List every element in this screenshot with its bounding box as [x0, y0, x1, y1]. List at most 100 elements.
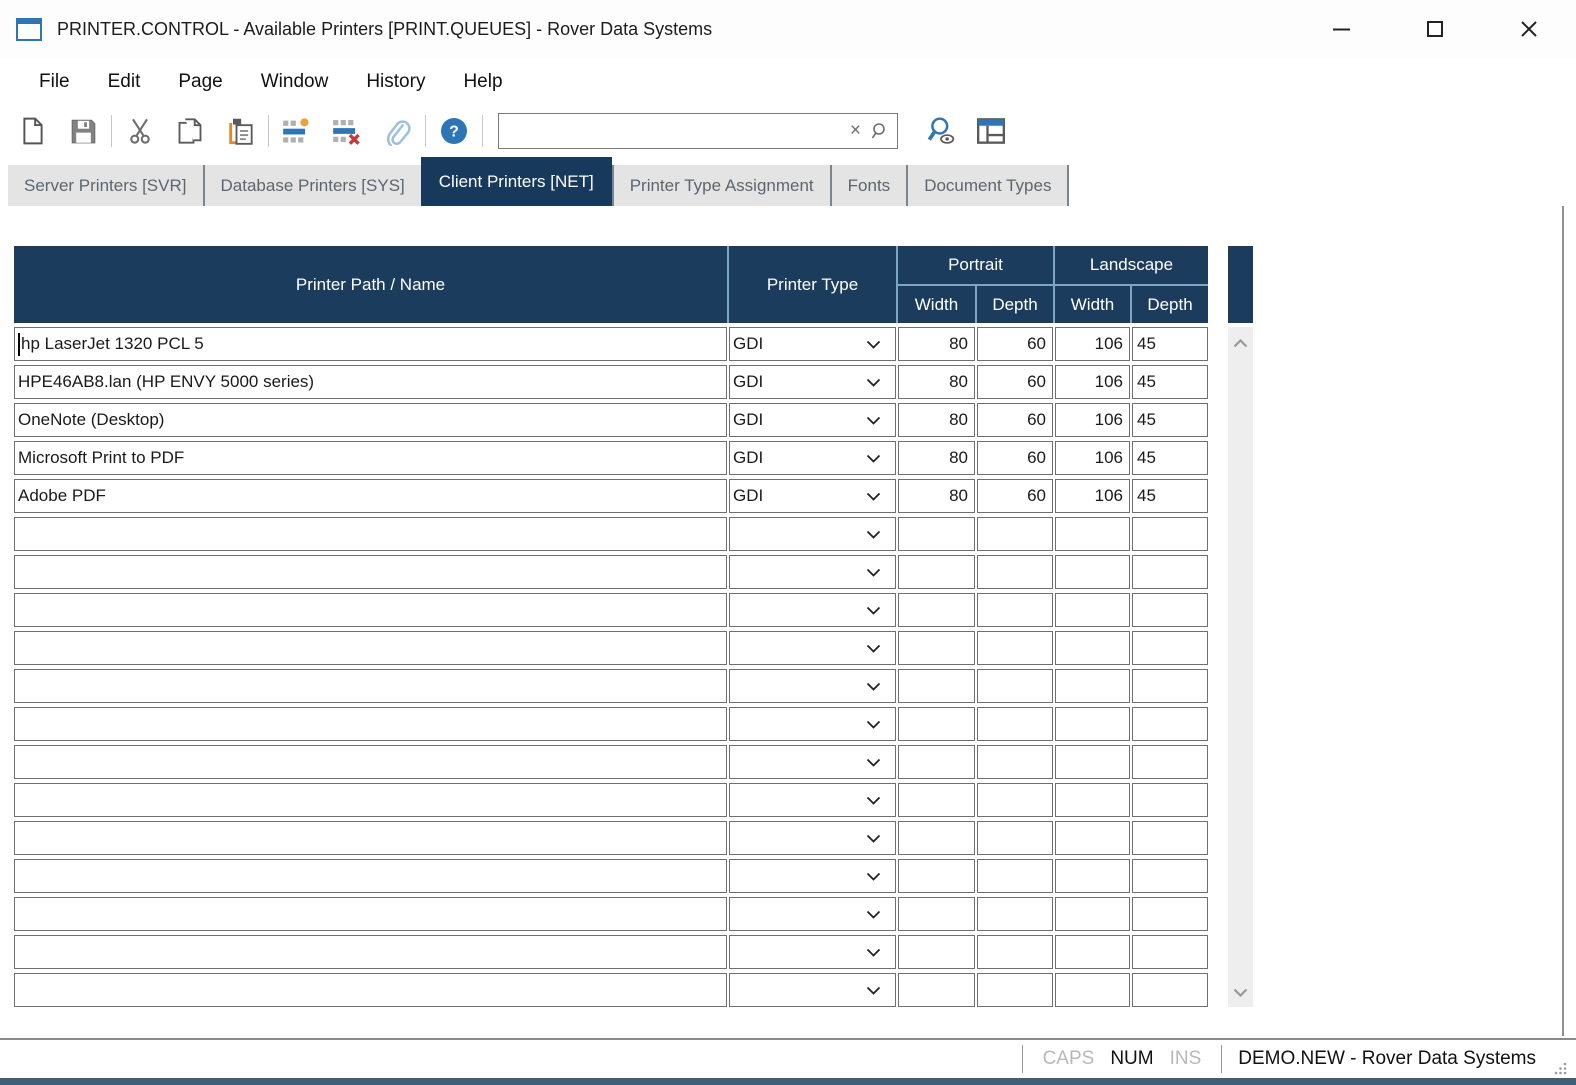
landscape-width-cell[interactable]: 106 — [1055, 403, 1130, 437]
printer-path-cell[interactable] — [14, 593, 727, 627]
portrait-width-cell[interactable]: 80 — [898, 403, 975, 437]
landscape-width-cell[interactable]: 106 — [1055, 365, 1130, 399]
portrait-width-cell[interactable] — [898, 859, 975, 893]
portrait-depth-cell[interactable] — [977, 555, 1053, 589]
menu-page[interactable]: Page — [159, 71, 241, 93]
printer-path-cell[interactable]: hp LaserJet 1320 PCL 5 — [14, 327, 727, 361]
landscape-depth-cell[interactable] — [1132, 783, 1208, 817]
tab-client-printers[interactable]: Client Printers [NET] — [421, 157, 612, 206]
portrait-width-cell[interactable] — [898, 707, 975, 741]
landscape-depth-cell[interactable] — [1132, 631, 1208, 665]
maximize-button[interactable] — [1388, 0, 1482, 58]
landscape-depth-cell[interactable] — [1132, 821, 1208, 855]
landscape-width-cell[interactable]: 106 — [1055, 327, 1130, 361]
printer-type-dropdown[interactable] — [729, 821, 896, 855]
printer-path-cell[interactable] — [14, 897, 727, 931]
portrait-depth-cell[interactable]: 60 — [977, 403, 1053, 437]
printer-type-dropdown[interactable] — [729, 517, 896, 551]
printer-type-dropdown[interactable]: GDI — [729, 327, 896, 361]
landscape-width-cell[interactable] — [1055, 593, 1130, 627]
printer-type-dropdown[interactable] — [729, 669, 896, 703]
printer-type-dropdown[interactable]: GDI — [729, 365, 896, 399]
new-document-button[interactable] — [8, 110, 58, 152]
portrait-depth-cell[interactable] — [977, 859, 1053, 893]
printer-path-cell[interactable] — [14, 745, 727, 779]
portrait-width-cell[interactable]: 80 — [898, 441, 975, 475]
menu-window[interactable]: Window — [242, 71, 348, 93]
copy-button[interactable] — [165, 110, 215, 152]
portrait-width-cell[interactable] — [898, 973, 975, 1007]
search-clear-icon[interactable]: × — [840, 120, 871, 142]
landscape-width-cell[interactable] — [1055, 935, 1130, 969]
landscape-width-cell[interactable]: 106 — [1055, 441, 1130, 475]
printer-path-cell[interactable] — [14, 707, 727, 741]
printer-type-dropdown[interactable] — [729, 707, 896, 741]
menu-help[interactable]: Help — [444, 71, 521, 93]
landscape-depth-cell[interactable]: 45 — [1132, 403, 1208, 437]
landscape-depth-cell[interactable] — [1132, 707, 1208, 741]
search-icon[interactable] — [871, 122, 889, 140]
printer-type-dropdown[interactable] — [729, 593, 896, 627]
portrait-width-cell[interactable]: 80 — [898, 327, 975, 361]
printer-path-cell[interactable]: OneNote (Desktop) — [14, 403, 727, 437]
printer-path-cell[interactable] — [14, 783, 727, 817]
scroll-down-button[interactable] — [1228, 988, 1253, 997]
printer-type-dropdown[interactable] — [729, 973, 896, 1007]
landscape-depth-cell[interactable] — [1132, 745, 1208, 779]
printer-path-cell[interactable]: HPE46AB8.lan (HP ENVY 5000 series) — [14, 365, 727, 399]
portrait-depth-cell[interactable] — [977, 593, 1053, 627]
tab-document-types[interactable]: Document Types — [908, 165, 1067, 206]
tab-printer-type-assignment[interactable]: Printer Type Assignment — [614, 165, 830, 206]
cut-button[interactable] — [115, 110, 165, 152]
portrait-depth-cell[interactable] — [977, 517, 1053, 551]
portrait-width-cell[interactable] — [898, 821, 975, 855]
close-button[interactable] — [1482, 0, 1576, 58]
portrait-depth-cell[interactable]: 60 — [977, 327, 1053, 361]
landscape-depth-cell[interactable] — [1132, 859, 1208, 893]
printer-path-cell[interactable] — [14, 517, 727, 551]
landscape-width-cell[interactable] — [1055, 669, 1130, 703]
printer-path-cell[interactable] — [14, 821, 727, 855]
landscape-depth-cell[interactable]: 45 — [1132, 441, 1208, 475]
printer-type-dropdown[interactable] — [729, 631, 896, 665]
landscape-depth-cell[interactable] — [1132, 593, 1208, 627]
landscape-width-cell[interactable] — [1055, 631, 1130, 665]
search-input[interactable] — [505, 121, 840, 141]
landscape-width-cell[interactable] — [1055, 973, 1130, 1007]
landscape-width-cell[interactable] — [1055, 707, 1130, 741]
landscape-width-cell[interactable] — [1055, 859, 1130, 893]
printer-type-dropdown[interactable] — [729, 555, 896, 589]
landscape-width-cell[interactable] — [1055, 555, 1130, 589]
landscape-depth-cell[interactable] — [1132, 897, 1208, 931]
search-view-button[interactable] — [916, 110, 966, 152]
tab-fonts[interactable]: Fonts — [832, 165, 907, 206]
portrait-depth-cell[interactable]: 60 — [977, 441, 1053, 475]
portrait-depth-cell[interactable] — [977, 973, 1053, 1007]
landscape-width-cell[interactable] — [1055, 783, 1130, 817]
printer-type-dropdown[interactable]: GDI — [729, 479, 896, 513]
printer-type-dropdown[interactable] — [729, 745, 896, 779]
portrait-width-cell[interactable]: 80 — [898, 479, 975, 513]
attachment-button[interactable] — [372, 110, 422, 152]
portrait-width-cell[interactable]: 80 — [898, 365, 975, 399]
printer-path-cell[interactable] — [14, 859, 727, 893]
landscape-depth-cell[interactable] — [1132, 935, 1208, 969]
portrait-width-cell[interactable] — [898, 783, 975, 817]
insert-row-button[interactable] — [272, 110, 322, 152]
landscape-depth-cell[interactable] — [1132, 517, 1208, 551]
landscape-width-cell[interactable] — [1055, 745, 1130, 779]
portrait-depth-cell[interactable] — [977, 745, 1053, 779]
printer-type-dropdown[interactable]: GDI — [729, 441, 896, 475]
layout-button[interactable] — [966, 110, 1016, 152]
portrait-width-cell[interactable] — [898, 555, 975, 589]
landscape-width-cell[interactable] — [1055, 517, 1130, 551]
menu-edit[interactable]: Edit — [89, 71, 160, 93]
printer-path-cell[interactable] — [14, 973, 727, 1007]
portrait-depth-cell[interactable] — [977, 935, 1053, 969]
landscape-depth-cell[interactable] — [1132, 669, 1208, 703]
landscape-depth-cell[interactable]: 45 — [1132, 365, 1208, 399]
portrait-width-cell[interactable] — [898, 897, 975, 931]
printer-path-cell[interactable] — [14, 669, 727, 703]
portrait-width-cell[interactable] — [898, 745, 975, 779]
landscape-width-cell[interactable]: 106 — [1055, 479, 1130, 513]
